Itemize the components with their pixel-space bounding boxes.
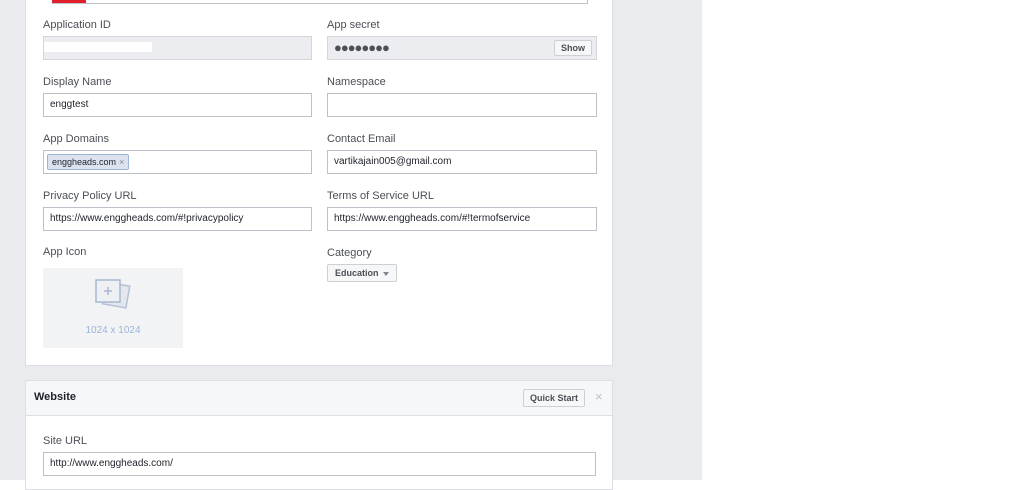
app-domains-input[interactable]: enggheads.com × (43, 150, 312, 174)
privacy-policy-url-label: Privacy Policy URL (43, 190, 137, 202)
app-secret-field: ●●●●●●●● Show (327, 36, 597, 60)
namespace-input[interactable] (327, 93, 597, 117)
category-select[interactable]: Education (327, 264, 397, 282)
website-title: Website (34, 391, 76, 403)
chevron-down-icon (382, 271, 389, 276)
category-label: Category (327, 247, 372, 259)
contact-email-input[interactable]: vartikajain005@gmail.com (327, 150, 597, 174)
display-name-label: Display Name (43, 76, 112, 88)
domain-tag: enggheads.com × (47, 154, 130, 170)
privacy-policy-url-input[interactable]: https://www.enggheads.com/#!privacypolic… (43, 207, 312, 231)
terms-of-service-url-input[interactable]: https://www.enggheads.com/#!termofservic… (327, 207, 597, 231)
namespace-label: Namespace (327, 76, 386, 88)
site-url-input[interactable]: http://www.enggheads.com/ (43, 452, 596, 476)
site-url-label: Site URL (43, 435, 88, 447)
display-name-input[interactable]: enggtest (43, 93, 312, 117)
cropped-top-accent (52, 0, 86, 3)
terms-of-service-url-value: https://www.enggheads.com/#!termofservic… (334, 213, 531, 224)
app-icon-size: 1024 x 1024 (85, 325, 141, 336)
app-domains-label: App Domains (43, 133, 110, 145)
display-name-value: enggtest (50, 99, 89, 110)
terms-of-service-url-label: Terms of Service URL (327, 190, 434, 202)
image-upload-icon (95, 279, 131, 309)
domain-tag-text: enggheads.com (52, 157, 117, 167)
show-secret-button[interactable]: Show (554, 40, 592, 56)
contact-email-label: Contact Email (327, 133, 396, 145)
app-secret-label: App secret (327, 19, 380, 31)
contact-email-value: vartikajain005@gmail.com (334, 156, 452, 167)
privacy-policy-url-value: https://www.enggheads.com/#!privacypolic… (50, 213, 244, 224)
cropped-top-field[interactable] (52, 0, 588, 4)
close-icon[interactable]: × (595, 389, 603, 405)
quick-start-button[interactable]: Quick Start (523, 389, 586, 407)
app-icon-label: App Icon (43, 246, 87, 258)
category-value: Education (335, 268, 379, 278)
redacted-app-id (44, 42, 152, 52)
site-url-value: http://www.enggheads.com/ (50, 458, 173, 469)
app-secret-value: ●●●●●●●● (334, 40, 390, 55)
app-icon-upload[interactable]: 1024 x 1024 (43, 268, 183, 348)
application-id-label: Application ID (43, 19, 111, 31)
remove-tag-icon[interactable]: × (119, 157, 124, 167)
